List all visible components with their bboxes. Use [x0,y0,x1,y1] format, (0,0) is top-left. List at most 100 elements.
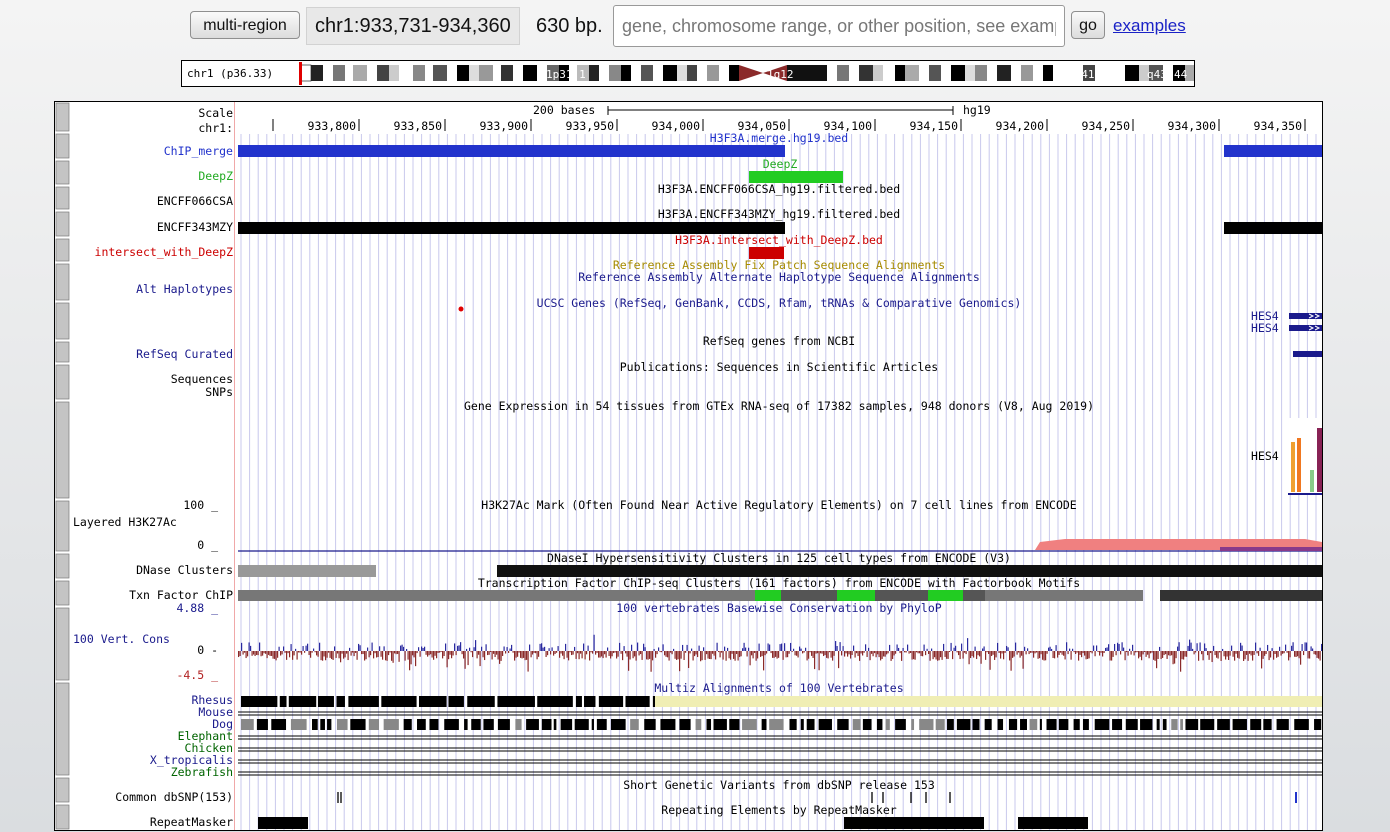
cons-bar-negative [764,651,766,656]
cons-bar-negative [760,651,762,657]
track-label-refseq[interactable]: RefSeq Curated [136,347,233,361]
rhesus-block [598,696,624,707]
cons-bar-negative [271,651,273,656]
cons-bar-negative [346,651,348,654]
cons-bar-negative [281,651,283,655]
cons-bar-negative [616,651,618,659]
track-label-publications[interactable]: Sequences [171,372,233,386]
cons-bar-negative [874,651,876,654]
cons-bar-negative [991,651,993,657]
chip-merge-peak-1[interactable] [238,145,785,157]
track-label-alt-haplotypes[interactable]: Alt Haplotypes [136,282,233,296]
cons-bar-negative [685,651,687,653]
cons-bar-negative [740,651,742,657]
cons-bar-negative [788,651,790,654]
multi-region-button[interactable]: multi-region [190,11,300,39]
cons-bar-negative [412,651,414,656]
cons-bar-negative [1057,651,1059,658]
txn-motif[interactable] [755,590,781,601]
cons-bar-negative [365,651,367,660]
cons-bar-positive [902,647,904,651]
cons-bar-positive [637,642,639,651]
hes4-gene-model-2[interactable] [1289,325,1322,331]
conservation-wiggle[interactable] [238,634,1322,672]
gtex-bar[interactable] [1297,438,1301,492]
examples-link[interactable]: examples [1113,16,1186,36]
repeat-element[interactable] [258,817,308,829]
go-button[interactable]: go [1071,11,1105,39]
chromosome-ideogram[interactable]: 1p31.1 1q12 1q41 q43 44 chr1 (p36.33) [181,60,1195,87]
cons-bar-negative [268,651,270,655]
rhesus-alignment[interactable] [241,696,655,707]
track-label-encff343mzy[interactable]: ENCFF343MZY [157,220,233,234]
gene-label-hes4-2[interactable]: HES4 [1251,321,1279,335]
txn-motif[interactable] [928,590,963,601]
cons-bar-negative [1289,651,1291,658]
track-label-intersect[interactable]: intersect_with_DeepZ [95,245,234,259]
cons-bar-negative [1126,651,1128,653]
rhesus-block [584,696,596,707]
cons-bar-negative [343,651,345,659]
track-label-txn[interactable]: Txn Factor ChIP [129,588,233,602]
dog-block [515,719,522,730]
gtex-bar[interactable] [1291,442,1295,492]
genome-browser-image[interactable]: Scale chr1: 200 bases hg19 933,800 933,85… [54,101,1323,831]
encff343mzy-peak-2[interactable] [1224,222,1322,234]
cons-bar-negative [847,651,849,657]
ruler-tick-label: 933,950 [566,119,615,133]
cons-bar-positive [1267,644,1269,651]
repeat-element[interactable] [1018,817,1088,829]
cons-bar-negative [524,651,526,661]
cons-bar-negative [1226,651,1228,657]
gtex-bar[interactable] [1310,470,1314,492]
track-label-snps[interactable]: SNPs [205,385,233,399]
dog-alignment[interactable] [241,719,1322,730]
dog-block [471,719,481,730]
gtex-gene-label[interactable]: HES4 [1251,449,1279,463]
txn-cluster-1[interactable] [238,590,1143,601]
cons-bar-negative [1234,651,1236,661]
txn-cluster-2[interactable] [1160,590,1322,601]
cons-bar-negative [293,651,295,656]
cons-bar-negative [1112,651,1114,657]
cons-bar-negative [683,651,685,661]
gtex-bar[interactable] [1317,428,1322,492]
track-buttons[interactable] [55,102,70,830]
dog-block [761,719,767,730]
cons-bar-negative [1217,651,1219,659]
cons-bar-negative [671,651,673,655]
track-label-repeatmasker[interactable]: RepeatMasker [150,815,233,829]
cons-bar-positive [509,648,511,651]
species-label-zebrafish[interactable]: Zebrafish [171,765,233,779]
cons-bar-negative [598,651,600,658]
cons-bar-negative [1277,651,1279,657]
track-title-publications: Publications: Sequences in Scientific Ar… [620,360,939,374]
track-label-encff066csa[interactable]: ENCFF066CSA [157,194,233,208]
cons-bar-positive [1129,648,1131,651]
track-label-cons[interactable]: 100 Vert. Cons [73,632,170,646]
cons-bar-negative [688,651,690,669]
cons-bar-negative [439,651,441,653]
track-label-dbsnp[interactable]: Common dbSNP(153) [115,790,233,804]
search-input[interactable] [613,5,1065,47]
cons-bar-negative [356,651,358,660]
track-label-h3k27ac[interactable]: Layered H3K27Ac [73,515,177,529]
repeat-element[interactable] [844,817,984,829]
refseq-gene-model[interactable] [1293,351,1322,357]
cons-bar-positive [698,645,700,651]
track-label-dnase[interactable]: DNase Clusters [136,563,233,577]
txn-motif[interactable] [837,590,875,601]
dog-block [610,719,626,730]
cons-bar-negative [866,651,868,658]
cons-bar-negative [611,651,613,657]
track-label-chip-merge[interactable]: ChIP_merge [164,144,233,158]
dnase-cluster-1[interactable] [238,565,376,577]
cons-bar-negative [448,651,450,660]
cons-bar-positive [503,646,505,651]
hes4-gene-model-1[interactable] [1289,313,1322,319]
cons-bar-negative [338,651,340,659]
cons-bar-positive [1306,642,1308,651]
track-label-deepz[interactable]: DeepZ [198,169,233,183]
cons-bar-negative [833,651,835,656]
chip-merge-peak-2[interactable] [1224,145,1322,157]
